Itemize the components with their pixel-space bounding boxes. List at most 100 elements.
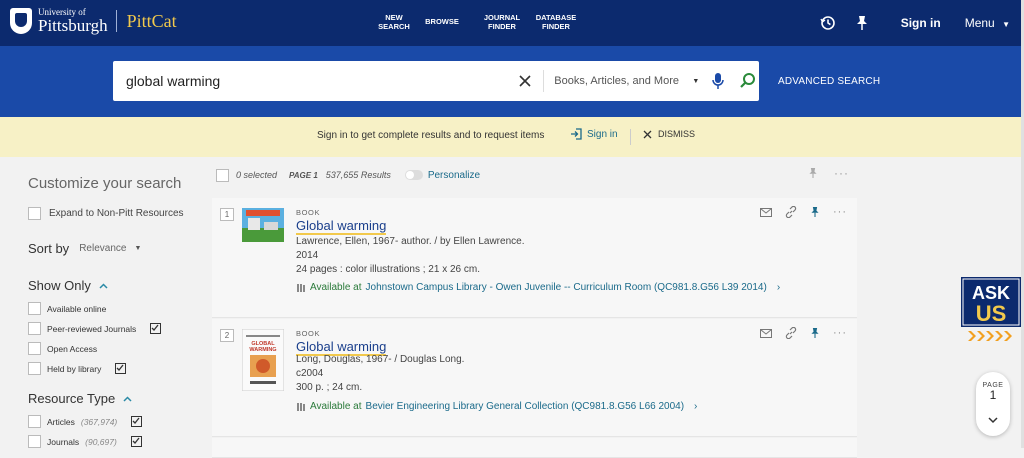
- chevron-down-icon[interactable]: [976, 411, 1010, 429]
- main-nav: NEW SEARCH BROWSE JOURNAL FINDER DATABAS…: [370, 13, 580, 31]
- held-by-library-icon: [115, 363, 127, 374]
- banner-divider: [630, 129, 631, 145]
- availability-link[interactable]: Available at Bevier Engineering Library …: [296, 401, 697, 412]
- filter-checkbox[interactable]: [28, 342, 41, 355]
- filter-journals[interactable]: Journals (90,697): [28, 435, 142, 448]
- search-input[interactable]: global warming: [126, 73, 513, 89]
- result-card[interactable]: 2 GLOBAL WARMING BOOK Global warming Lon…: [212, 319, 857, 437]
- include-exclude-icon[interactable]: [130, 436, 142, 447]
- include-exclude-icon[interactable]: [131, 416, 143, 427]
- filter-checkbox[interactable]: [28, 322, 41, 335]
- result-type: BOOK: [296, 208, 321, 217]
- result-actions: ···: [760, 327, 847, 339]
- menu-button[interactable]: Menu ▼: [965, 16, 1010, 30]
- resource-type-label: Resource Type: [28, 391, 116, 406]
- sign-in-link[interactable]: Sign in: [901, 16, 941, 30]
- link-icon[interactable]: [785, 327, 797, 339]
- email-icon[interactable]: [760, 328, 772, 338]
- email-icon[interactable]: [760, 207, 772, 217]
- nav-new-search-line1: NEW: [385, 13, 403, 22]
- results-toolbar: 0 selected PAGE 1 537,655 Results Person…: [216, 166, 856, 184]
- filter-checkbox[interactable]: [28, 435, 41, 448]
- more-options-icon[interactable]: ···: [834, 166, 849, 180]
- expand-checkbox[interactable]: [28, 207, 41, 220]
- sort-select[interactable]: Relevance: [79, 243, 126, 254]
- result-type: BOOK: [296, 329, 321, 338]
- dismiss-button[interactable]: DISMISS: [643, 129, 695, 139]
- search-icon[interactable]: [737, 70, 759, 92]
- filter-checkbox[interactable]: [28, 415, 41, 428]
- nav-database-finder-line1: DATABASE: [535, 13, 577, 22]
- filter-articles[interactable]: Articles (367,974): [28, 415, 143, 428]
- result-author: Lawrence, Ellen, 1967- author. / by Elle…: [296, 236, 525, 247]
- chevron-up-icon: [99, 282, 108, 289]
- result-card[interactable]: [212, 438, 857, 458]
- microphone-icon[interactable]: [707, 70, 729, 92]
- pin-icon[interactable]: [808, 166, 818, 184]
- nav-new-search[interactable]: NEW SEARCH: [370, 13, 418, 31]
- search-box: global warming Books, Articles, and More…: [113, 61, 759, 101]
- chevron-down-icon: ▼: [692, 77, 700, 85]
- pin-icon[interactable]: [849, 10, 875, 36]
- search-divider: [543, 70, 545, 92]
- filter-available-online[interactable]: Available online: [28, 302, 106, 315]
- show-only-label: Show Only: [28, 278, 91, 293]
- filter-peer-reviewed[interactable]: Peer-reviewed Journals: [28, 322, 162, 335]
- nav-new-search-line2: SEARCH: [378, 22, 410, 31]
- university-name-line2: Pittsburgh: [38, 16, 108, 35]
- filter-checkbox[interactable]: [28, 302, 41, 315]
- clear-search-icon[interactable]: [515, 71, 535, 91]
- book-cover-thumbnail[interactable]: [242, 208, 284, 242]
- top-navigation-bar: University of Pittsburgh PittCat NEW SEA…: [0, 0, 1024, 46]
- nav-browse[interactable]: BROWSE: [418, 13, 466, 31]
- resource-type-heading[interactable]: Resource Type: [28, 391, 132, 406]
- book-cover-thumbnail[interactable]: GLOBAL WARMING: [242, 329, 284, 391]
- chevron-right-icon: ›: [776, 282, 781, 293]
- expand-non-pitt[interactable]: Expand to Non-Pitt Resources: [28, 207, 184, 220]
- search-scope-select[interactable]: Books, Articles, and More ▼: [554, 75, 699, 87]
- availability-link[interactable]: Available at Johnstown Campus Library - …: [296, 282, 780, 293]
- ask-us-arrows: [968, 331, 1012, 341]
- selected-count: 0 selected: [236, 170, 278, 180]
- personalize-label[interactable]: Personalize: [428, 170, 480, 181]
- sort-by: Sort by Relevance ▼: [28, 241, 141, 256]
- result-card[interactable]: 1 BOOK Global warming Lawrence, Ellen, 1…: [212, 198, 857, 318]
- result-title[interactable]: Global warming: [296, 219, 387, 235]
- sort-by-label: Sort by: [28, 241, 70, 256]
- pin-icon[interactable]: [810, 206, 820, 218]
- history-icon[interactable]: [815, 10, 841, 36]
- book-icon: [297, 402, 305, 411]
- book-icon: [297, 283, 305, 292]
- personalize-toggle[interactable]: [404, 170, 423, 180]
- customize-title: Customize your search: [28, 175, 182, 192]
- page-navigator[interactable]: PAGE 1: [976, 372, 1010, 436]
- menu-label: Menu: [964, 16, 995, 30]
- more-options-icon[interactable]: ···: [833, 327, 847, 339]
- filter-open-access[interactable]: Open Access: [28, 342, 97, 355]
- chevron-down-icon: ▼: [1002, 20, 1010, 29]
- page-navigator-number: 1: [989, 388, 997, 402]
- more-options-icon[interactable]: ···: [833, 206, 847, 218]
- app-name: PittCat: [126, 10, 177, 31]
- chevron-down-icon[interactable]: ▼: [134, 245, 141, 252]
- filter-checkbox[interactable]: [28, 362, 41, 375]
- sign-in-icon: [571, 128, 582, 140]
- availability-location: Bevier Engineering Library General Colle…: [365, 401, 685, 412]
- cover-title-text: WARMING: [249, 347, 276, 353]
- pin-icon[interactable]: [810, 327, 820, 339]
- availability-status: Available at: [310, 282, 362, 293]
- nav-database-finder[interactable]: DATABASE FINDER: [532, 13, 580, 31]
- university-logo[interactable]: University of Pittsburgh PittCat: [10, 8, 177, 34]
- advanced-search-link[interactable]: ADVANCED SEARCH: [778, 76, 880, 87]
- nav-journal-finder-line2: FINDER: [488, 22, 516, 31]
- banner-signin-link[interactable]: Sign in: [570, 128, 618, 140]
- close-icon: [643, 130, 652, 138]
- availability-location: Johnstown Campus Library - Owen Juvenile…: [365, 282, 767, 293]
- link-icon[interactable]: [785, 206, 797, 218]
- ask-us-widget[interactable]: ASK US: [960, 277, 1022, 343]
- show-only-heading[interactable]: Show Only: [28, 278, 108, 293]
- nav-journal-finder[interactable]: JOURNAL FINDER: [478, 13, 526, 31]
- filter-held-by-library[interactable]: Held by library: [28, 362, 127, 375]
- select-all-checkbox[interactable]: [216, 168, 229, 182]
- expand-label: Expand to Non-Pitt Resources: [49, 208, 184, 219]
